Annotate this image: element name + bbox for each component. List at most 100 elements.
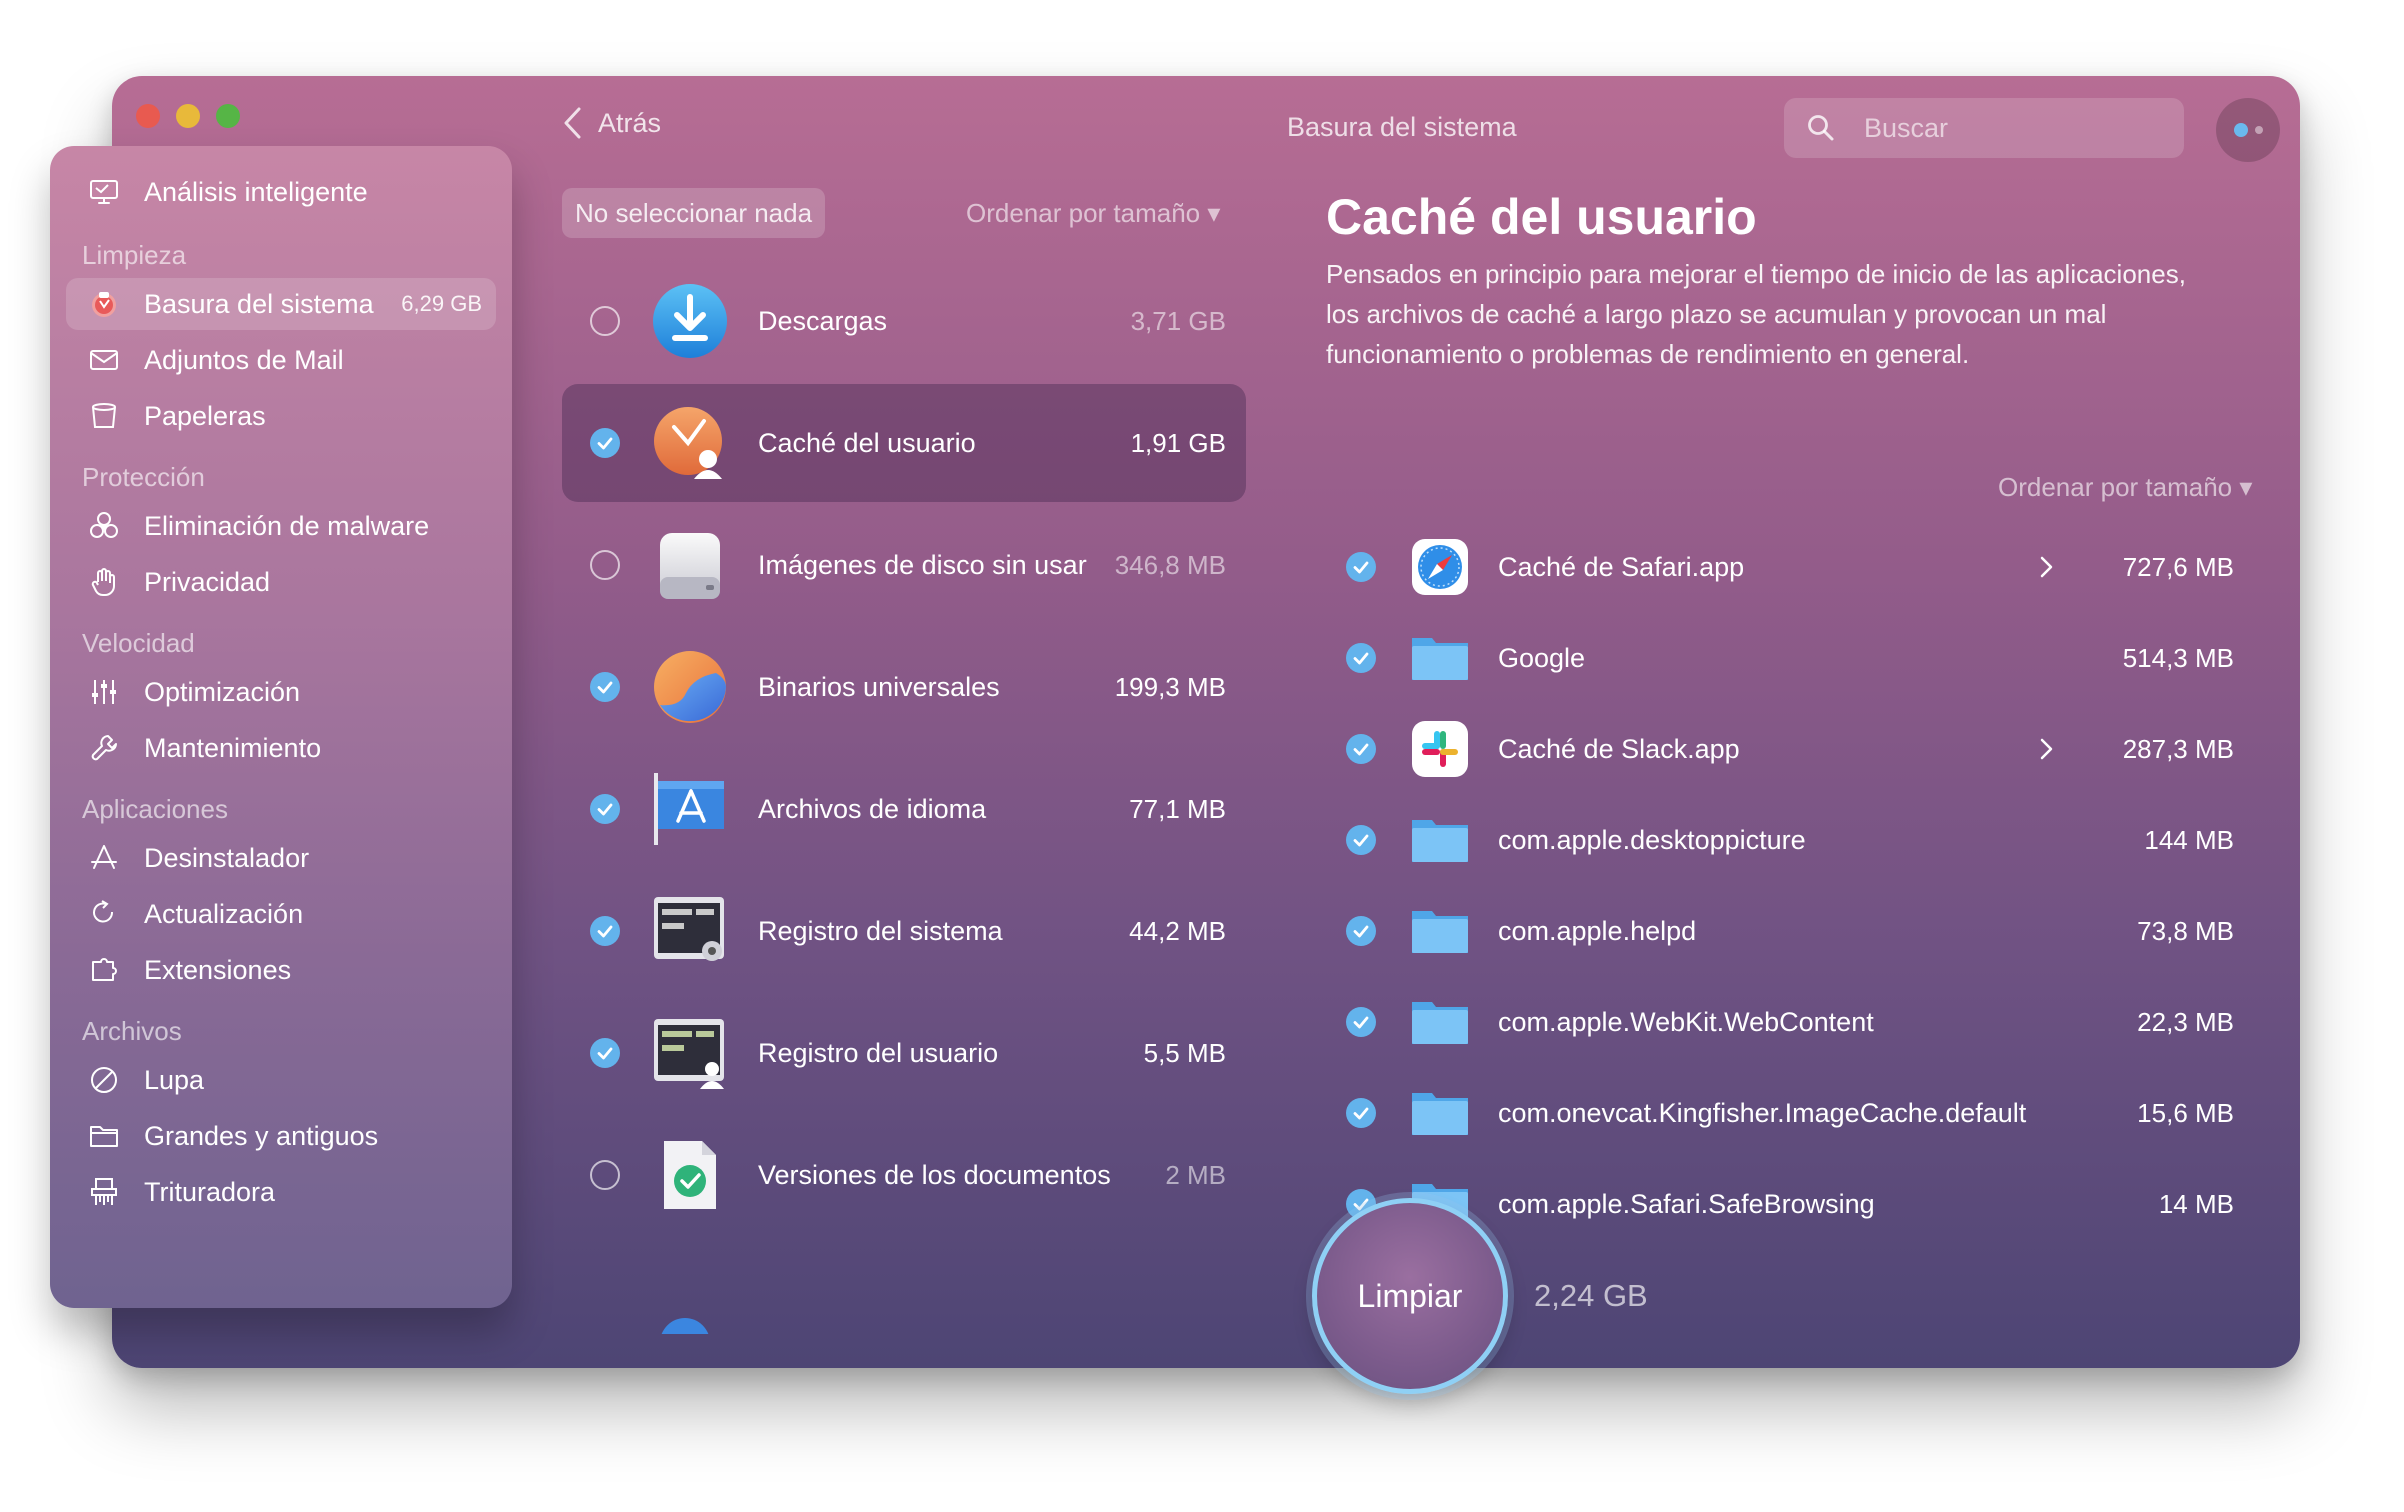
- chevron-right-icon[interactable]: [2036, 554, 2056, 580]
- sidebar-section-aplicaciones: Aplicaciones: [82, 794, 228, 824]
- sidebar-item-label: Trituradora: [144, 1176, 276, 1207]
- item-size: 5,5 MB: [1143, 1037, 1226, 1068]
- monitor-icon: [84, 172, 124, 212]
- item-name: Archivos de idioma: [758, 793, 987, 824]
- table-row[interactable]: com.apple.desktoppicture 144 MB: [1326, 795, 2256, 885]
- bin-icon: [84, 396, 124, 436]
- sidebar-item-mail-attachments[interactable]: Adjuntos de Mail: [66, 334, 496, 386]
- checkbox[interactable]: [590, 306, 620, 336]
- sidebar-item-updater[interactable]: Actualización: [66, 888, 496, 940]
- checkbox-checked[interactable]: [1346, 734, 1376, 764]
- folder-icon: [1410, 992, 1470, 1052]
- sidebar-item-extensions[interactable]: Extensiones: [66, 944, 496, 996]
- checkbox-checked[interactable]: [1346, 916, 1376, 946]
- item-name: Registro del sistema: [758, 915, 1003, 946]
- sidebar: Análisis inteligente Limpieza Basura del…: [50, 146, 512, 1308]
- mail-icon: [84, 340, 124, 380]
- assistant-dot-small-icon: [2254, 126, 2263, 134]
- sliders-icon: [84, 672, 124, 712]
- checkbox[interactable]: [590, 550, 620, 580]
- sidebar-item-uninstaller[interactable]: Desinstalador: [66, 832, 496, 884]
- checkbox-checked[interactable]: [590, 428, 620, 458]
- list-item[interactable]: Archivos de idioma 77,1 MB: [562, 750, 1246, 868]
- file-size: 14 MB: [2158, 1188, 2234, 1219]
- sidebar-item-optimization[interactable]: Optimización: [66, 666, 496, 718]
- close-window-button[interactable]: [136, 104, 160, 128]
- list-item[interactable]: Binarios universales 199,3 MB: [562, 628, 1246, 746]
- search-box[interactable]: [1784, 98, 2184, 158]
- search-input[interactable]: [1864, 112, 2164, 144]
- update-icon: [84, 894, 124, 934]
- sidebar-item-maintenance[interactable]: Mantenimiento: [66, 722, 496, 774]
- sidebar-item-trash-bins[interactable]: Papeleras: [66, 390, 496, 442]
- file-size: 287,3 MB: [2122, 733, 2234, 764]
- list-item[interactable]: Registro del sistema 44,2 MB: [562, 872, 1246, 990]
- checkbox-checked[interactable]: [1346, 1007, 1376, 1037]
- list-item[interactable]: Registro del usuario 5,5 MB: [562, 994, 1246, 1112]
- checkbox-checked[interactable]: [590, 672, 620, 702]
- sort-by-size-dropdown[interactable]: Ordenar por tamaño ▾: [966, 198, 1220, 229]
- item-name: Imágenes de disco sin usar: [758, 549, 1087, 580]
- language-files-icon: [650, 769, 730, 849]
- back-button[interactable]: Atrás: [562, 106, 661, 140]
- checkbox-checked[interactable]: [590, 794, 620, 824]
- file-name: Caché de Safari.app: [1498, 551, 1745, 582]
- file-size: 514,3 MB: [2122, 642, 2234, 673]
- checkmark-icon: [1353, 743, 1369, 756]
- checkbox-checked[interactable]: [1346, 1098, 1376, 1128]
- list-item[interactable]: Descargas 3,71 GB: [562, 262, 1246, 380]
- back-label: Atrás: [598, 107, 662, 138]
- sidebar-item-large-old-files[interactable]: Grandes y antiguos: [66, 1110, 496, 1162]
- select-none-button[interactable]: No seleccionar nada: [562, 188, 826, 238]
- sidebar-item-badge: 6,29 GB: [401, 291, 482, 316]
- item-name: Versiones de los documentos: [758, 1159, 1111, 1190]
- sidebar-item-malware-removal[interactable]: Eliminación de malware: [66, 500, 496, 552]
- item-name: Descargas: [758, 305, 888, 336]
- checkbox-checked[interactable]: [1346, 643, 1376, 673]
- sidebar-item-smart-scan[interactable]: Análisis inteligente: [66, 166, 496, 218]
- sidebar-item-shredder[interactable]: Trituradora: [66, 1166, 496, 1218]
- checkbox-checked[interactable]: [1346, 825, 1376, 855]
- download-icon: [650, 281, 730, 361]
- safari-icon: [1410, 537, 1470, 597]
- clean-total-size: 2,24 GB: [1534, 1278, 1648, 1313]
- category-list: Descargas 3,71 GB Caché del usuario 1,91…: [562, 262, 1246, 1334]
- checkmark-icon: [1353, 561, 1369, 574]
- checkmark-icon: [1353, 1016, 1369, 1029]
- item-size: 77,1 MB: [1129, 793, 1226, 824]
- zoom-window-button[interactable]: [216, 104, 240, 128]
- table-row[interactable]: com.onevcat.Kingfisher.ImageCache.defaul…: [1326, 1068, 2256, 1158]
- sidebar-item-system-junk[interactable]: Basura del sistema 6,29 GB: [66, 278, 496, 330]
- checkbox[interactable]: [590, 1160, 620, 1190]
- clean-button[interactable]: Limpiar: [1312, 1198, 1508, 1394]
- detail-description: Pensados en principio para mejorar el ti…: [1326, 259, 2186, 369]
- table-row[interactable]: Caché de Slack.app 287,3 MB: [1326, 704, 2256, 794]
- chevron-right-icon[interactable]: [2036, 736, 2056, 762]
- table-row[interactable]: com.apple.WebKit.WebContent 22,3 MB: [1326, 977, 2256, 1067]
- partial-item-icon: [660, 1318, 710, 1334]
- sidebar-item-lens[interactable]: Lupa: [66, 1054, 496, 1106]
- list-item-selected[interactable]: Caché del usuario 1,91 GB: [562, 384, 1246, 502]
- list-item[interactable]: Imágenes de disco sin usar 346,8 MB: [562, 506, 1246, 624]
- file-size: 727,6 MB: [2122, 551, 2234, 582]
- table-row[interactable]: Google 514,3 MB: [1326, 613, 2256, 703]
- app-store-icon: [84, 838, 124, 878]
- folder-icon: [1410, 1083, 1470, 1143]
- checkbox-checked[interactable]: [1346, 552, 1376, 582]
- detail-sort-dropdown[interactable]: Ordenar por tamaño ▾: [1998, 472, 2252, 503]
- list-item[interactable]: Versiones de los documentos 2 MB: [562, 1116, 1246, 1234]
- checkbox-checked[interactable]: [590, 1038, 620, 1068]
- item-size: 199,3 MB: [1114, 671, 1226, 702]
- file-name: com.onevcat.Kingfisher.ImageCache.defaul…: [1498, 1097, 2027, 1128]
- sidebar-item-label: Adjuntos de Mail: [144, 344, 344, 375]
- sidebar-item-label: Optimización: [144, 676, 301, 707]
- file-size: 22,3 MB: [2137, 1006, 2234, 1037]
- checkbox-checked[interactable]: [590, 916, 620, 946]
- table-row[interactable]: Caché de Safari.app 727,6 MB: [1326, 522, 2256, 612]
- table-row[interactable]: com.apple.helpd 73,8 MB: [1326, 886, 2256, 976]
- file-name: com.apple.helpd: [1498, 915, 1697, 946]
- minimize-window-button[interactable]: [176, 104, 200, 128]
- sidebar-item-privacy[interactable]: Privacidad: [66, 556, 496, 608]
- assistant-button[interactable]: [2216, 98, 2280, 162]
- sidebar-item-label: Privacidad: [144, 566, 271, 597]
